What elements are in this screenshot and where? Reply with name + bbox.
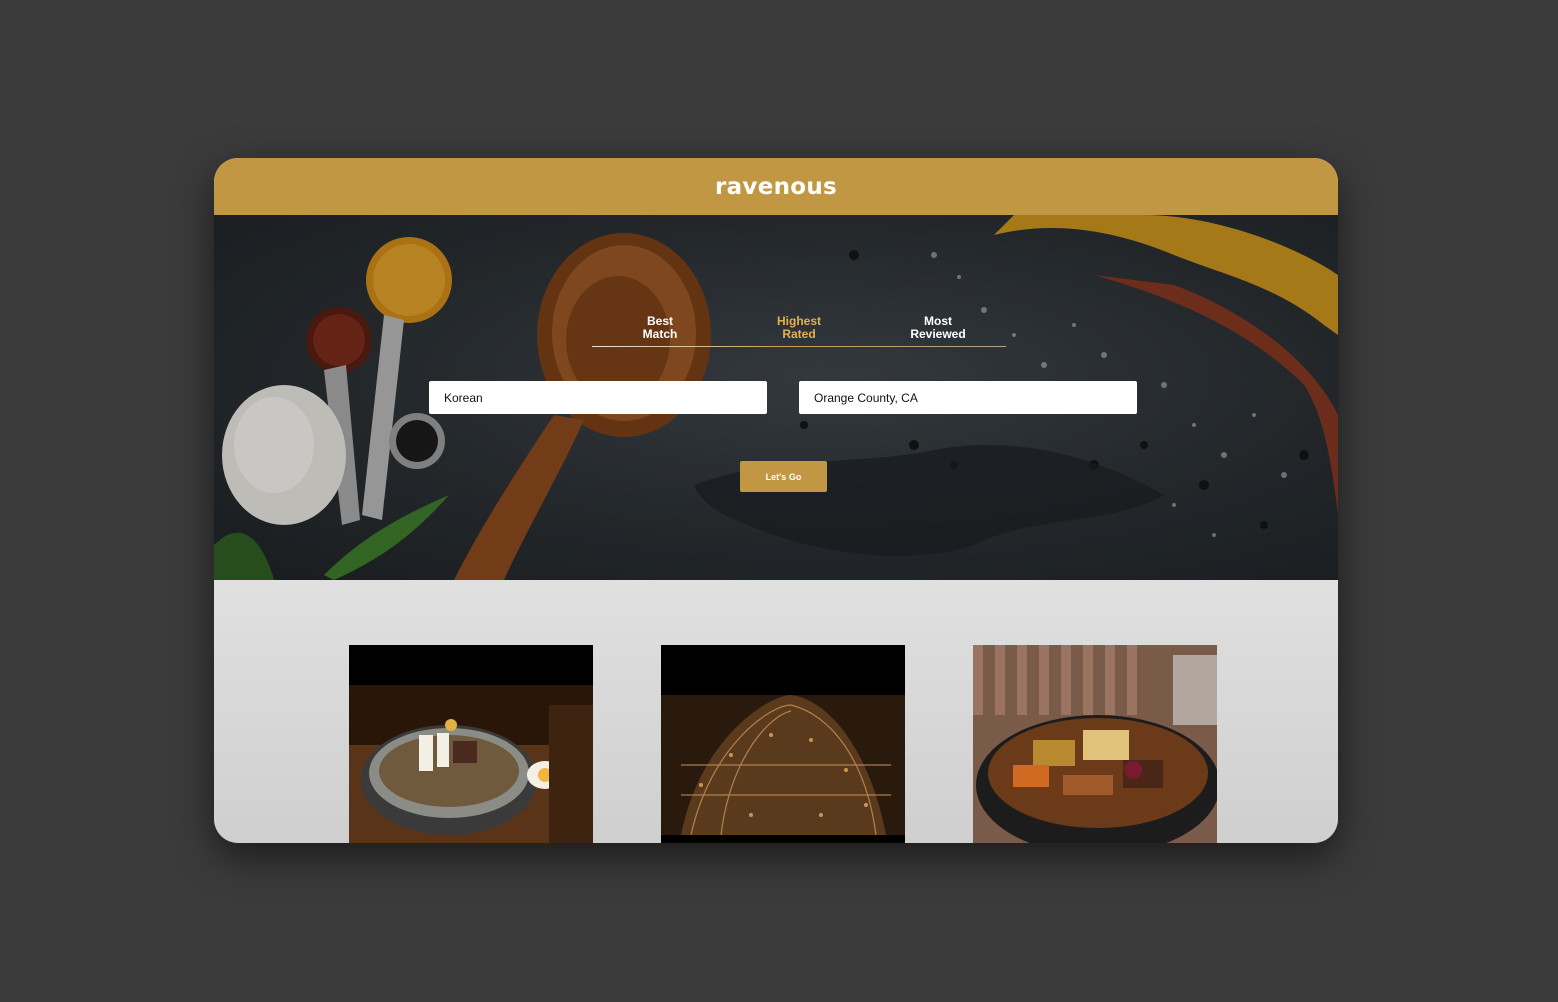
braised-short-rib-stew-photo xyxy=(973,645,1217,843)
restaurant-sign-photo xyxy=(661,645,905,843)
sort-option-label: Rated xyxy=(782,327,816,341)
business-card-image[interactable] xyxy=(661,645,905,843)
sort-option-highest-rated[interactable]: Highest Rated xyxy=(754,315,844,341)
app-window: ravenous Best Match Highest Rated Most R… xyxy=(214,158,1338,843)
sort-option-label: Match xyxy=(642,327,678,341)
search-hero: Best Match Highest Rated Most Reviewed L… xyxy=(214,215,1338,580)
sort-options: Best Match Highest Rated Most Reviewed xyxy=(592,315,1006,347)
sort-option-best-match[interactable]: Best Match xyxy=(615,315,705,341)
hero-background-image xyxy=(214,215,1338,580)
sort-option-label: Reviewed xyxy=(910,327,966,341)
lets-go-button[interactable]: Let's Go xyxy=(740,461,827,492)
search-location-input[interactable] xyxy=(799,381,1137,414)
sort-options-underline xyxy=(592,346,1006,347)
top-bar: ravenous xyxy=(214,158,1338,215)
search-term-input[interactable] xyxy=(429,381,767,414)
business-card-image[interactable] xyxy=(349,645,593,843)
app-logo: ravenous xyxy=(714,173,838,200)
cold-noodle-soup-photo xyxy=(349,645,593,843)
sort-option-most-reviewed[interactable]: Most Reviewed xyxy=(893,315,983,341)
business-card-image[interactable] xyxy=(973,645,1217,843)
